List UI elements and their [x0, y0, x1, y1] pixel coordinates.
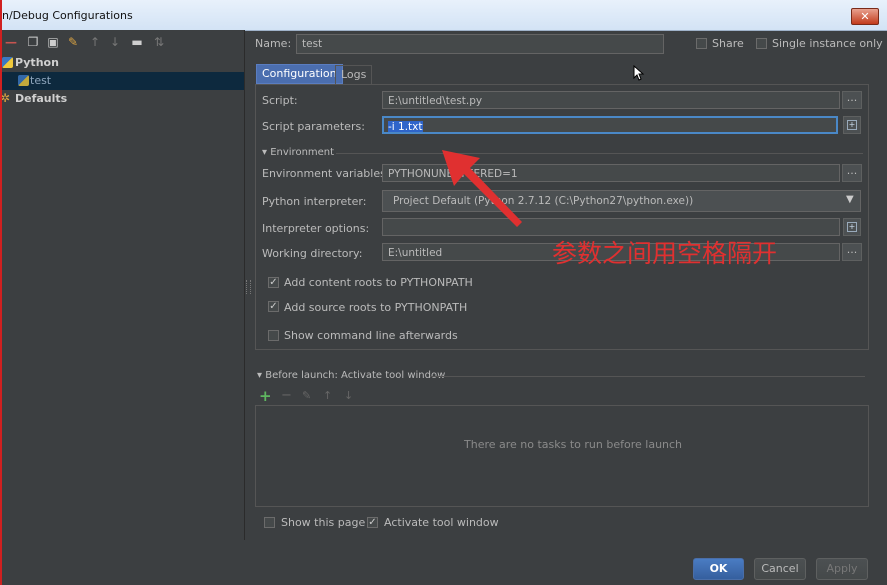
- before-launch-divider: [430, 376, 865, 377]
- activate-tool-window-checkbox[interactable]: ✓: [367, 517, 378, 528]
- before-launch-title: Before launch: Activate tool window: [265, 370, 446, 381]
- left-edge-marker: [0, 0, 2, 585]
- add-task-icon[interactable]: +: [259, 387, 272, 405]
- cancel-button[interactable]: Cancel: [754, 558, 806, 580]
- annotation-text: 参数之间用空格隔开: [552, 239, 778, 268]
- before-launch-task-list: [255, 405, 869, 507]
- show-this-page-label: Show this page: [281, 516, 366, 529]
- before-launch-section: ▾ Before launch: Activate tool window: [257, 370, 446, 381]
- apply-button[interactable]: Apply: [816, 558, 868, 580]
- mouse-cursor-icon: [633, 65, 645, 81]
- edit-task-icon[interactable]: ✎: [302, 389, 311, 402]
- task-up-icon[interactable]: ↑: [323, 389, 332, 402]
- show-this-page-checkbox[interactable]: [264, 517, 275, 528]
- activate-tool-window-label: Activate tool window: [384, 516, 499, 529]
- empty-tasks-text: There are no tasks to run before launch: [464, 438, 683, 451]
- ok-button[interactable]: OK: [693, 558, 744, 580]
- task-down-icon[interactable]: ↓: [344, 389, 353, 402]
- remove-task-icon[interactable]: −: [281, 388, 292, 403]
